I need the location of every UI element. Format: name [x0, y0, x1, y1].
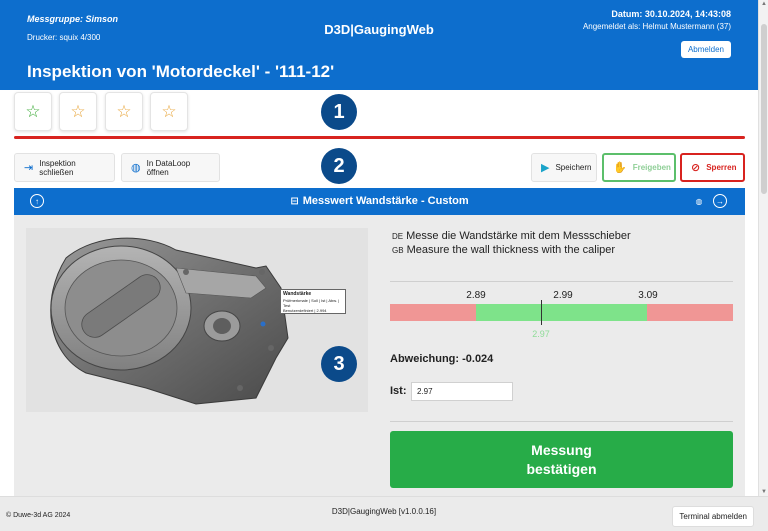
actual-value-label: Ist: — [390, 385, 407, 397]
globe-icon[interactable]: ◍ — [692, 194, 706, 208]
lang-code-gb: GB — [392, 246, 404, 255]
hand-blocked-icon: ⊘ — [691, 162, 701, 174]
rating-star-1[interactable]: ☆ — [14, 92, 52, 131]
rating-star-3[interactable]: ☆ — [105, 92, 143, 131]
instruction-de: DE Messe die Wandstärke mit dem Messschie… — [392, 230, 631, 242]
confirm-measurement-label: Messung bestätigen — [526, 441, 597, 477]
open-dataloop-label: In DataLoop öffnen — [146, 158, 191, 177]
rating-star-2[interactable]: ☆ — [59, 92, 97, 131]
save-icon: ▶ — [541, 162, 550, 174]
step-badge-2: 2 — [321, 148, 357, 184]
close-inspection-button[interactable]: ⇥ Inspektion schließen — [14, 153, 115, 182]
part-image — [26, 228, 368, 412]
lock-button[interactable]: ⊘ Sperren — [680, 153, 745, 182]
exit-icon: ⇥ — [24, 162, 34, 174]
lower-limit-label: 2.89 — [466, 290, 486, 301]
actual-value-input[interactable] — [411, 382, 513, 401]
version-label: D3D|GaugingWeb [v1.0.0.16] — [331, 507, 437, 516]
engine-cover-drawing — [50, 237, 289, 405]
step-badge-3: 3 — [321, 346, 357, 382]
save-label: Speichern — [555, 163, 592, 172]
tooltip-row-header: Prüfmerkmale | Soll | Ist | Abw. | Test — [283, 297, 340, 308]
measured-value-label: 2.97 — [532, 329, 550, 339]
star-outline-icon: ☆ — [25, 101, 41, 121]
release-label: Freigeben — [632, 163, 671, 172]
divider — [390, 421, 733, 422]
scrollbar-thumb[interactable] — [761, 24, 767, 194]
page-scrollbar[interactable]: ▲ ▼ — [758, 0, 768, 496]
instruction-gb: GB Measure the wall thickness with the ca… — [392, 244, 615, 256]
star-outline-icon: ☆ — [70, 101, 86, 121]
upper-limit-label: 3.09 — [638, 290, 658, 301]
instruction-gb-text: Measure the wall thickness with the cali… — [406, 244, 616, 256]
date-label: Datum: 30.10.2024, 14:43:08 — [611, 9, 731, 19]
star-outline-icon: ☆ — [161, 101, 177, 121]
globe-icon: ◍ — [131, 162, 141, 174]
measurement-title-text: Messwert Wandstärke - Custom — [302, 195, 469, 207]
tolerance-scale — [390, 304, 733, 321]
status-divider — [14, 136, 745, 139]
instruction-de-text: Messe die Wandstärke mit dem Messschiebe… — [406, 230, 631, 242]
measurement-title: ⊟ Messwert Wandstärke - Custom — [14, 195, 745, 207]
terminal-logout-button[interactable]: Terminal abmelden — [672, 506, 754, 527]
scroll-down-icon[interactable]: ▼ — [759, 489, 768, 495]
nominal-label: 2.99 — [553, 290, 573, 301]
confirm-measurement-button[interactable]: Messung bestätigen — [390, 431, 733, 488]
open-dataloop-button[interactable]: ◍ In DataLoop öffnen — [121, 153, 220, 182]
app-header: Messgruppe: Simson Drucker: squix 4/300 … — [0, 0, 758, 90]
logged-in-user: Angemeldet als: Helmut Mustermann (37) — [582, 22, 731, 31]
tolerance-zone — [476, 304, 647, 321]
app-footer: © Duwe-3d AG 2024 D3D|GaugingWeb [v1.0.0… — [0, 496, 768, 531]
star-outline-icon: ☆ — [116, 101, 132, 121]
divider — [390, 281, 733, 282]
close-inspection-label: Inspektion schließen — [39, 158, 76, 177]
scroll-up-icon[interactable]: ▲ — [759, 1, 768, 7]
lang-code-de: DE — [392, 232, 404, 241]
tooltip-row-value: Benutzerdefiniert | 2.994 — [283, 307, 327, 313]
rating-star-4[interactable]: ☆ — [150, 92, 188, 131]
save-button[interactable]: ▶ Speichern — [531, 153, 597, 182]
release-button[interactable]: ✋ Freigeben — [602, 153, 676, 182]
logout-button[interactable]: Abmelden — [680, 41, 731, 58]
lock-label: Sperren — [706, 163, 737, 172]
hand-icon: ✋ — [613, 162, 627, 174]
caliper-icon: ⊟ — [290, 196, 299, 207]
arrow-right-icon[interactable]: → — [713, 194, 727, 208]
measurement-tooltip: Wandstärke Prüfmerkmale | Soll | Ist | A… — [280, 289, 346, 314]
measurement-panel-header: ↑ ⊟ Messwert Wandstärke - Custom ◍ → — [14, 188, 745, 215]
deviation-label: Abweichung: -0.024 — [390, 353, 494, 365]
measured-value-marker — [541, 300, 542, 325]
step-badge-1: 1 — [321, 94, 357, 130]
page-title: Inspektion von 'Motordeckel' - '111-12' — [27, 62, 335, 81]
